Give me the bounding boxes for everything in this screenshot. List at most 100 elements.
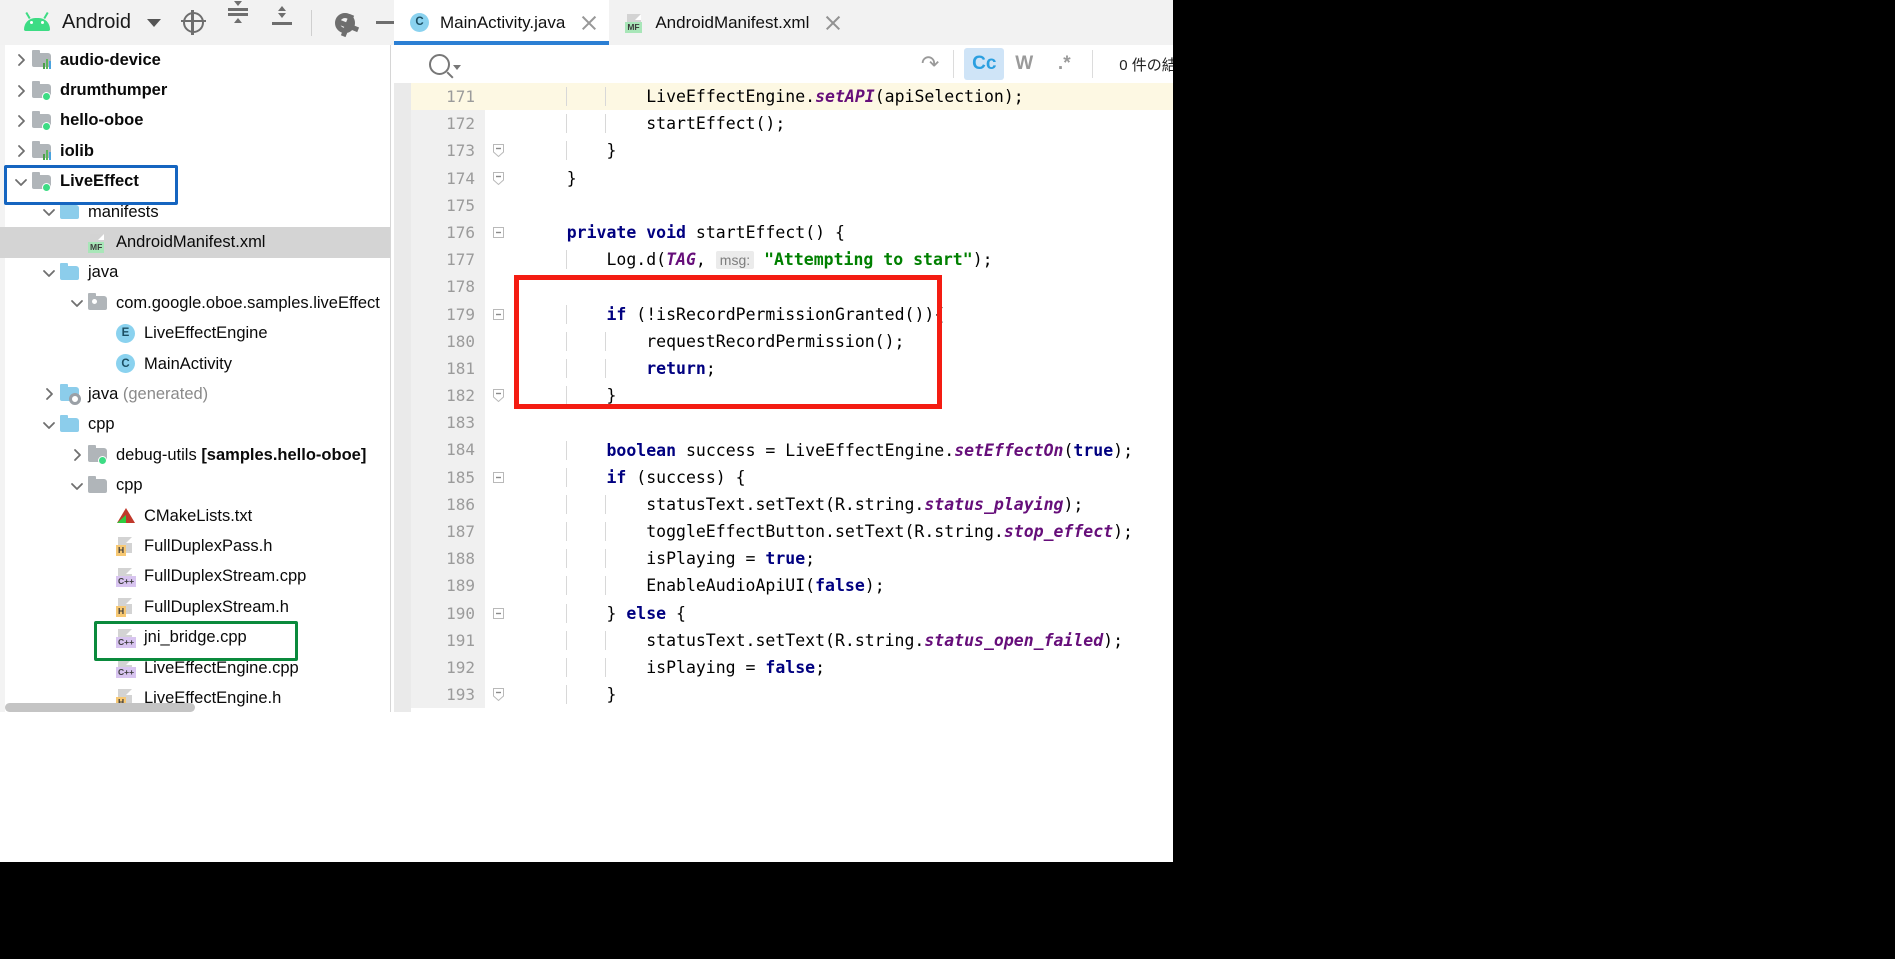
project-tree[interactable]: audio-device drumthumper hello-oboe iolib Li… xyxy=(0,45,391,712)
tree-item-liveeffectengine-cpp[interactable]: C++ LiveEffectEngine.cpp xyxy=(0,653,390,683)
tree-item-debug-utils[interactable]: debug-utils [samples.hello-oboe] xyxy=(0,440,390,470)
tree-item-androidmanifest-xml[interactable]: MF AndroidManifest.xml xyxy=(0,227,390,258)
tree-item-liveeffect[interactable]: LiveEffect xyxy=(0,167,390,197)
fold-placeholder xyxy=(485,355,511,382)
collapse-all-icon[interactable] xyxy=(271,5,293,34)
indent-guide xyxy=(605,358,606,378)
tree-item-label: java xyxy=(88,263,119,282)
file-cpp-icon: C++ xyxy=(116,567,137,587)
chevron-down-icon[interactable] xyxy=(38,418,60,432)
tree-item-com-google-oboe-samples-liveeffect[interactable]: com.google.oboe.samples.liveEffect xyxy=(0,288,390,318)
search-history-dropdown-icon[interactable] xyxy=(453,64,461,70)
code-token: (!isRecordPermissionGranted()){ xyxy=(626,304,945,324)
fold-start-icon[interactable] xyxy=(485,464,511,491)
fold-placeholder xyxy=(485,192,511,219)
search-icon[interactable] xyxy=(429,53,461,75)
code-token: false xyxy=(815,576,865,596)
tree-item-manifests[interactable]: manifests xyxy=(0,197,390,227)
chevron-right-icon[interactable] xyxy=(10,114,32,128)
project-view-title: Android xyxy=(62,11,131,33)
fold-placeholder xyxy=(485,83,511,110)
line-number: 172 xyxy=(411,110,485,138)
tree-item-fullduplexstream-cpp[interactable]: C++ FullDuplexStream.cpp xyxy=(0,562,390,592)
tree-item-iolib[interactable]: iolib xyxy=(0,136,390,166)
editor-tab-mainactivity-java[interactable]: C MainActivity.java xyxy=(394,0,610,45)
multiline-icon[interactable]: ↷ xyxy=(921,51,939,77)
match-case-toggle[interactable]: Cc xyxy=(964,48,1005,80)
horizontal-scrollbar[interactable] xyxy=(5,703,195,712)
editor-tab-androidmanifest-xml[interactable]: MF AndroidManifest.xml xyxy=(609,0,853,45)
chevron-down-icon[interactable] xyxy=(38,205,60,219)
code-token: false xyxy=(765,658,816,678)
target-icon[interactable] xyxy=(180,9,206,35)
fold-end-icon[interactable] xyxy=(485,382,511,409)
chevron-down-icon[interactable] xyxy=(66,479,88,493)
code-token: true xyxy=(1073,440,1114,460)
indent-guide xyxy=(605,576,606,596)
words-toggle[interactable]: W xyxy=(1004,48,1044,80)
tree-item-jni-bridge-cpp[interactable]: C++ jni_bridge.cpp xyxy=(0,622,390,652)
line-number: 191 xyxy=(411,626,485,654)
fold-end-icon[interactable] xyxy=(485,165,511,192)
code-token: private xyxy=(566,223,637,243)
chevron-down-icon[interactable] xyxy=(10,175,32,189)
tree-item-label: FullDuplexStream.cpp xyxy=(144,567,307,586)
fold-start-icon[interactable] xyxy=(485,600,511,627)
indent-guide xyxy=(566,358,567,378)
code-token: isPlaying = xyxy=(527,549,766,569)
folder-grey-icon xyxy=(88,475,108,496)
tree-item-cpp[interactable]: cpp xyxy=(0,410,390,440)
chevron-right-icon[interactable] xyxy=(10,84,32,98)
close-icon[interactable] xyxy=(825,15,841,31)
tree-item-cpp[interactable]: cpp xyxy=(0,470,390,500)
fold-end-icon[interactable] xyxy=(485,681,511,708)
close-icon[interactable] xyxy=(581,15,597,31)
android-logo-icon xyxy=(24,11,50,31)
code-token: else xyxy=(626,603,667,623)
chevron-down-icon[interactable] xyxy=(66,296,88,310)
line-number: 174 xyxy=(411,164,485,192)
indent-guide xyxy=(566,304,567,324)
chevron-right-icon[interactable] xyxy=(10,53,32,67)
chevron-right-icon[interactable] xyxy=(66,448,88,462)
tree-item-audio-device[interactable]: audio-device xyxy=(0,45,390,75)
line-number: 187 xyxy=(411,518,485,546)
code-token: requestRecordPermission(); xyxy=(527,331,905,351)
line-number: 185 xyxy=(411,463,485,491)
line-number: 171 xyxy=(411,83,485,111)
file-manifest-icon: MF xyxy=(625,13,645,33)
tree-item-fullduplexpass-h[interactable]: H FullDuplexPass.h xyxy=(0,531,390,561)
fold-start-icon[interactable] xyxy=(485,219,511,246)
fold-start-icon[interactable] xyxy=(485,301,511,328)
chevron-down-icon[interactable] xyxy=(146,18,161,27)
code-token: ); xyxy=(1113,440,1134,460)
chevron-right-icon[interactable] xyxy=(10,144,32,158)
code-token: return xyxy=(646,358,706,378)
indent-guide xyxy=(566,467,567,487)
fold-placeholder xyxy=(485,328,511,355)
tree-item-fullduplexstream-h[interactable]: H FullDuplexStream.h xyxy=(0,592,390,622)
tree-item-hello-oboe[interactable]: hello-oboe xyxy=(0,106,390,136)
line-number: 178 xyxy=(411,273,485,301)
tree-item-java[interactable]: java xyxy=(0,258,390,288)
fold-placeholder xyxy=(485,409,511,436)
tree-item-cmakelists-txt[interactable]: CMakeLists.txt xyxy=(0,501,390,531)
gear-icon[interactable] xyxy=(334,12,356,34)
tree-item-mainactivity[interactable]: C MainActivity xyxy=(0,349,390,379)
expand-all-icon[interactable] xyxy=(227,0,249,34)
regex-toggle[interactable]: .* xyxy=(1044,48,1084,80)
chevron-right-icon[interactable] xyxy=(38,387,60,401)
tree-item-liveeffectengine[interactable]: E LiveEffectEngine xyxy=(0,319,390,349)
fold-end-icon[interactable] xyxy=(485,137,511,164)
chevron-down-icon[interactable] xyxy=(38,266,60,280)
tree-item-label: hello-oboe xyxy=(60,111,144,130)
indent-guide xyxy=(566,87,567,107)
editor-tab-label: AndroidManifest.xml xyxy=(655,12,810,32)
search-input[interactable] xyxy=(475,53,921,75)
line-number: 188 xyxy=(411,545,485,573)
code-token: msg: xyxy=(715,251,755,270)
tree-item-drumthumper[interactable]: drumthumper xyxy=(0,75,390,105)
code-token: LiveEffectEngine xyxy=(646,87,806,107)
tree-item-java[interactable]: java (generated) xyxy=(0,379,390,409)
